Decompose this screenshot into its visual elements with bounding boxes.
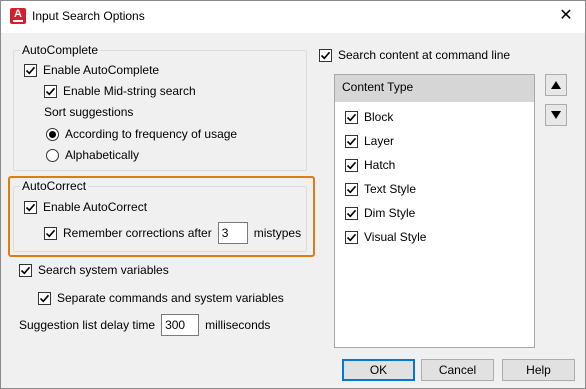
triangle-up-icon bbox=[551, 81, 561, 89]
content-type-list[interactable]: Content Type Block Layer Hatch Text Styl… bbox=[334, 74, 535, 348]
checkbox-box[interactable] bbox=[345, 110, 358, 124]
sort-radio-alphabetical[interactable]: Alphabetically bbox=[46, 148, 139, 162]
content-item-visual-style[interactable]: Visual Style bbox=[345, 230, 426, 244]
move-down-button[interactable] bbox=[545, 104, 567, 126]
autocad-logo-icon: A bbox=[10, 8, 26, 24]
content-item-label: Dim Style bbox=[364, 206, 416, 220]
radio-button-selected[interactable] bbox=[46, 127, 59, 141]
enable-midstring-label: Enable Mid-string search bbox=[63, 84, 196, 98]
dialog-title: Input Search Options bbox=[32, 9, 145, 23]
checkbox-box[interactable] bbox=[345, 134, 358, 148]
content-item-text-style[interactable]: Text Style bbox=[345, 182, 416, 196]
content-item-label: Hatch bbox=[364, 158, 396, 172]
delay-time-row: Suggestion list delay time 300 milliseco… bbox=[19, 314, 270, 336]
enable-autocorrect-label: Enable AutoCorrect bbox=[43, 200, 148, 214]
remember-corrections-label: Remember corrections after bbox=[63, 226, 212, 240]
close-icon[interactable]: ✕ bbox=[554, 5, 578, 27]
help-button[interactable]: Help bbox=[502, 359, 575, 381]
content-item-layer[interactable]: Layer bbox=[345, 134, 394, 148]
sort-radio-frequency[interactable]: According to frequency of usage bbox=[46, 127, 237, 141]
checkbox-box[interactable] bbox=[24, 63, 37, 77]
enable-autocomplete-label: Enable AutoComplete bbox=[43, 63, 160, 77]
checkbox-box[interactable] bbox=[345, 206, 358, 220]
checkbox-box[interactable] bbox=[345, 182, 358, 196]
enable-midstring-checkbox[interactable]: Enable Mid-string search bbox=[44, 84, 196, 98]
content-item-label: Text Style bbox=[364, 182, 417, 196]
separate-commands-label: Separate commands and system variables bbox=[57, 291, 284, 305]
checkbox-box[interactable] bbox=[24, 200, 37, 214]
dialog-window: A Input Search Options ✕ AutoComplete En… bbox=[0, 0, 586, 389]
checkbox-box[interactable] bbox=[19, 263, 32, 277]
content-item-dim-style[interactable]: Dim Style bbox=[345, 206, 415, 220]
sort-alphabetical-label: Alphabetically bbox=[65, 148, 140, 162]
radio-button[interactable] bbox=[46, 148, 59, 162]
checkbox-box[interactable] bbox=[345, 158, 358, 172]
autocomplete-legend: AutoComplete bbox=[22, 43, 99, 57]
content-item-label: Visual Style bbox=[364, 230, 427, 244]
title-bar: A Input Search Options ✕ bbox=[1, 1, 585, 33]
enable-autocorrect-checkbox[interactable]: Enable AutoCorrect bbox=[24, 200, 147, 214]
checkbox-box[interactable] bbox=[345, 230, 358, 244]
move-up-button[interactable] bbox=[545, 74, 567, 96]
content-item-label: Block bbox=[364, 110, 394, 124]
mistypes-suffix: mistypes bbox=[253, 226, 302, 240]
search-sysvars-checkbox[interactable]: Search system variables bbox=[19, 263, 169, 277]
content-type-header: Content Type bbox=[335, 75, 534, 102]
delay-time-label: Suggestion list delay time bbox=[19, 318, 156, 332]
search-content-checkbox[interactable]: Search content at command line bbox=[319, 48, 510, 62]
checkbox-box[interactable] bbox=[44, 226, 57, 240]
checkbox-box[interactable] bbox=[38, 291, 51, 305]
delay-time-input[interactable]: 300 bbox=[161, 314, 200, 336]
cancel-button[interactable]: Cancel bbox=[421, 359, 494, 381]
checkbox-box[interactable] bbox=[319, 48, 332, 62]
search-sysvars-label: Search system variables bbox=[38, 263, 169, 277]
enable-autocomplete-checkbox[interactable]: Enable AutoComplete bbox=[24, 63, 159, 77]
content-item-label: Layer bbox=[364, 134, 395, 148]
sort-frequency-label: According to frequency of usage bbox=[65, 127, 238, 141]
content-item-hatch[interactable]: Hatch bbox=[345, 158, 395, 172]
autocorrect-legend: AutoCorrect bbox=[22, 179, 87, 193]
checkbox-box[interactable] bbox=[44, 84, 57, 98]
separate-commands-checkbox[interactable]: Separate commands and system variables bbox=[38, 291, 284, 305]
search-content-label: Search content at command line bbox=[338, 48, 511, 62]
remember-corrections-checkbox[interactable]: Remember corrections after 3 mistypes bbox=[44, 222, 301, 244]
mistypes-count-input[interactable]: 3 bbox=[217, 222, 248, 244]
ok-button[interactable]: OK bbox=[342, 359, 415, 381]
delay-time-suffix: milliseconds bbox=[205, 318, 271, 332]
sort-suggestions-label: Sort suggestions bbox=[44, 105, 134, 119]
content-item-block[interactable]: Block bbox=[345, 110, 393, 124]
triangle-down-icon bbox=[551, 111, 561, 119]
